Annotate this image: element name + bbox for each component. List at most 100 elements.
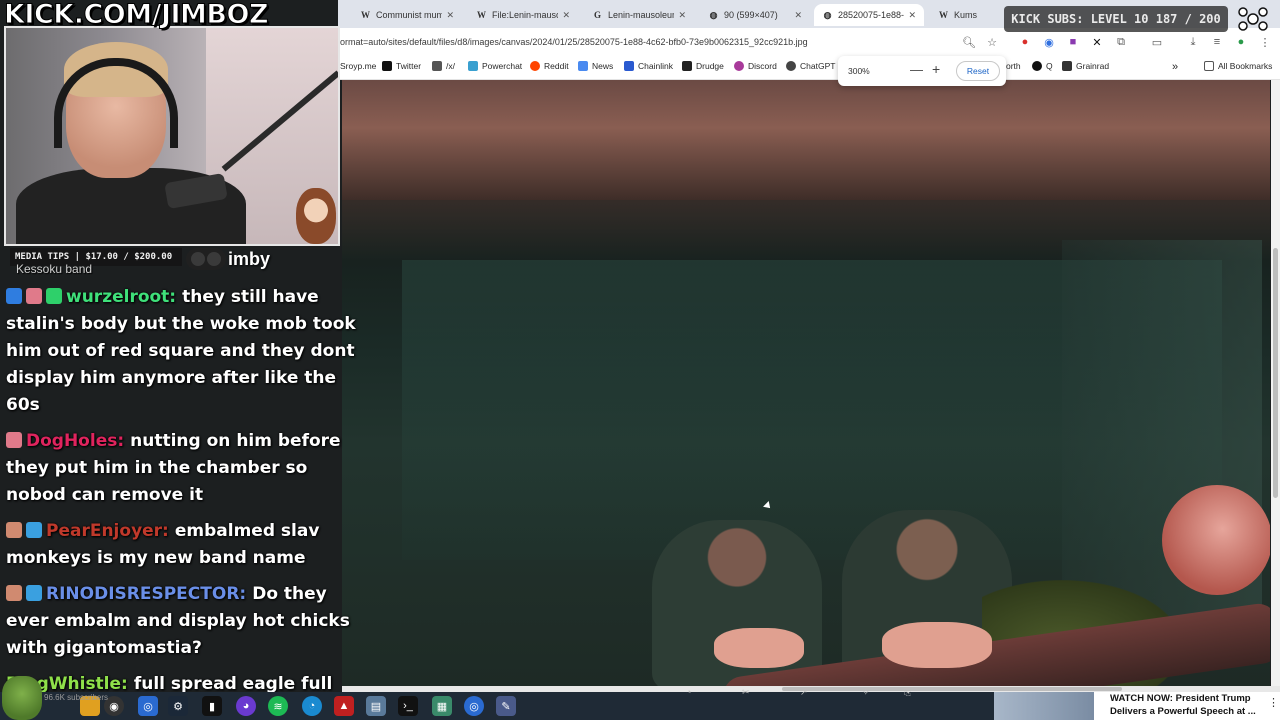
bookmark-discord[interactable]: Discord bbox=[734, 61, 777, 71]
chat-badge-icon bbox=[26, 585, 42, 601]
app-icon[interactable]: ▦ bbox=[432, 696, 452, 716]
subscriber-count: 96.6K subscribers bbox=[44, 693, 109, 702]
bookmark-label: Sroyp.me bbox=[340, 61, 377, 71]
browser-icon[interactable]: ◔ bbox=[302, 696, 322, 716]
video-thumbnail[interactable] bbox=[994, 692, 1094, 720]
bookmark-powerchat[interactable]: Powerchat bbox=[468, 61, 522, 71]
google-icon: G bbox=[593, 10, 601, 20]
chat-text: they still have stalin's body but the wo… bbox=[6, 287, 356, 415]
chevron-right-icon[interactable]: » bbox=[1172, 61, 1178, 73]
address-bar[interactable]: ormat=auto/sites/default/files/d8/images… bbox=[338, 28, 1280, 56]
close-icon[interactable]: ✕ bbox=[562, 10, 570, 21]
tab-kums[interactable]: W Kums bbox=[930, 4, 990, 26]
bookmark-reddit[interactable]: Reddit bbox=[530, 61, 569, 71]
photo-beam bbox=[342, 80, 1270, 200]
close-icon[interactable]: ✕ bbox=[908, 10, 916, 21]
bookmark-chatgpt[interactable]: ChatGPT bbox=[786, 61, 835, 71]
recommended-video[interactable]: WATCH NOW: President Trump Delivers a Po… bbox=[994, 692, 1280, 720]
chrome-icon[interactable]: ◎ bbox=[138, 696, 158, 716]
puzzle-icon[interactable]: ⧉ bbox=[1114, 35, 1128, 49]
tab-image-90[interactable]: ◍ 90 (599×407) ✕ bbox=[700, 4, 810, 26]
chat-badge-icon bbox=[26, 288, 42, 304]
tab-lenin-mausoleum-file[interactable]: W File:Lenin-mausole ✕ bbox=[468, 4, 578, 26]
spotify-icon[interactable]: ≋ bbox=[268, 696, 288, 716]
save-icon[interactable]: ⎘ bbox=[904, 687, 911, 698]
extension-icon[interactable]: ◉ bbox=[1042, 35, 1056, 49]
kick-url-banner: KICK.COM/JIMBOZ bbox=[4, 0, 270, 30]
more-options-icon[interactable]: ⋮ bbox=[1268, 696, 1279, 709]
mausoleum-photo bbox=[342, 80, 1270, 686]
bookmark-grainrad[interactable]: Grainrad bbox=[1062, 61, 1109, 71]
bookmarks-bar: Sroyp.me Twitter /x/ Powerchat Reddit Ne… bbox=[338, 56, 1280, 80]
chat-badge-icon bbox=[46, 288, 62, 304]
zoom-in-button[interactable]: + bbox=[932, 61, 940, 77]
x-icon bbox=[382, 61, 392, 71]
close-icon[interactable]: ✕ bbox=[678, 10, 686, 21]
video-title[interactable]: WATCH NOW: President Trump Delivers a Po… bbox=[1110, 692, 1260, 718]
chat-badge-icon bbox=[6, 432, 22, 448]
terminal-icon[interactable]: ▮ bbox=[202, 696, 222, 716]
embalmed-head bbox=[1162, 485, 1270, 595]
vertical-scrollbar[interactable] bbox=[1271, 80, 1280, 686]
profile-avatar-icon[interactable]: ● bbox=[1234, 35, 1248, 49]
tab-active-image[interactable]: ◍ 28520075-1e88-4c ✕ bbox=[814, 4, 924, 26]
chat-message: PearEnjoyer: embalmed slav monkeys is my … bbox=[6, 518, 360, 572]
extension-icon[interactable]: ● bbox=[1018, 35, 1032, 49]
screen: W Communist mumm ✕ W File:Lenin-mausole … bbox=[0, 0, 1280, 720]
zoom-out-button[interactable]: — bbox=[910, 62, 923, 77]
chainlink-icon bbox=[624, 61, 634, 71]
bookmark-x[interactable]: /x/ bbox=[432, 61, 455, 71]
band-label: Kessoku band bbox=[16, 262, 93, 276]
scrollbar-thumb[interactable] bbox=[1273, 248, 1278, 498]
download-icon[interactable]: ⤓ bbox=[1186, 35, 1200, 49]
share-icon[interactable]: ↗ bbox=[800, 687, 808, 698]
app-icon[interactable]: ✎ bbox=[496, 696, 516, 716]
tab-communist-mummies[interactable]: W Communist mumm ✕ bbox=[352, 4, 462, 26]
discord-icon[interactable]: ◕ bbox=[236, 696, 256, 716]
bookmark-q[interactable]: Q bbox=[1032, 61, 1053, 71]
tab-title: Communist mumm bbox=[376, 10, 443, 20]
steam-icon[interactable]: ⚙ bbox=[168, 696, 188, 716]
zoom-icon[interactable]: 🔍︎ bbox=[962, 35, 976, 49]
star-icon[interactable]: ☆ bbox=[985, 35, 999, 49]
scissors-icon[interactable]: ✂ bbox=[742, 687, 750, 698]
reading-list-icon[interactable]: ≡ bbox=[1210, 35, 1224, 49]
chatgpt-icon bbox=[786, 61, 796, 71]
sidepanel-icon[interactable]: ▭ bbox=[1150, 35, 1164, 49]
wikipedia-icon: W bbox=[477, 10, 486, 20]
sparkle-icon[interactable]: ✧ bbox=[862, 687, 870, 698]
hand bbox=[714, 628, 804, 668]
bookmark-label: Powerchat bbox=[482, 61, 523, 71]
bookmark-item[interactable]: orth bbox=[1006, 61, 1021, 71]
bookmark-drudge[interactable]: Drudge bbox=[682, 61, 724, 71]
app-icon[interactable]: ▤ bbox=[366, 696, 386, 716]
scrollbar-thumb[interactable] bbox=[782, 687, 1122, 691]
tab-title: 90 (599×407) bbox=[724, 10, 778, 20]
zoom-reset-button[interactable]: Reset bbox=[956, 61, 1000, 81]
close-icon[interactable]: ✕ bbox=[794, 10, 802, 21]
tab-lenin-mausoleum-google[interactable]: G Lenin-mausoleum ✕ bbox=[584, 4, 694, 26]
chrome-icon[interactable]: ◎ bbox=[464, 696, 484, 716]
wikipedia-icon: W bbox=[361, 10, 370, 20]
chat-message: DogHoles: nutting on him before they put … bbox=[6, 428, 360, 509]
app-icon[interactable]: ▲ bbox=[334, 696, 354, 716]
bookmark-item[interactable]: Sroyp.me bbox=[340, 61, 376, 71]
chat-badge-icon bbox=[6, 585, 22, 601]
chat-username: wurzelroot: bbox=[66, 287, 177, 307]
news-icon bbox=[578, 61, 588, 71]
x-icon[interactable]: ✕ bbox=[1090, 35, 1104, 49]
all-bookmarks-button[interactable]: All Bookmarks bbox=[1204, 61, 1272, 71]
url-text[interactable]: ormat=auto/sites/default/files/d8/images… bbox=[340, 37, 808, 47]
extension-icon[interactable]: ■ bbox=[1066, 35, 1080, 49]
bookmark-twitter[interactable]: Twitter bbox=[382, 61, 421, 71]
bookmark-chainlink[interactable]: Chainlink bbox=[624, 61, 673, 71]
bookmark-label: Chainlink bbox=[638, 61, 673, 71]
bookmark-label: orth bbox=[1006, 61, 1021, 71]
thumbs-down-icon[interactable]: ◔ bbox=[686, 687, 691, 697]
terminal-icon[interactable]: ›_ bbox=[398, 696, 418, 716]
close-icon[interactable]: ✕ bbox=[446, 10, 454, 21]
menu-kebab-icon[interactable]: ⋮ bbox=[1258, 35, 1272, 49]
bookmark-label: News bbox=[592, 61, 614, 71]
bookmark-news[interactable]: News bbox=[578, 61, 613, 71]
chat-message: wurzelroot: they still have stalin's body… bbox=[6, 284, 360, 419]
